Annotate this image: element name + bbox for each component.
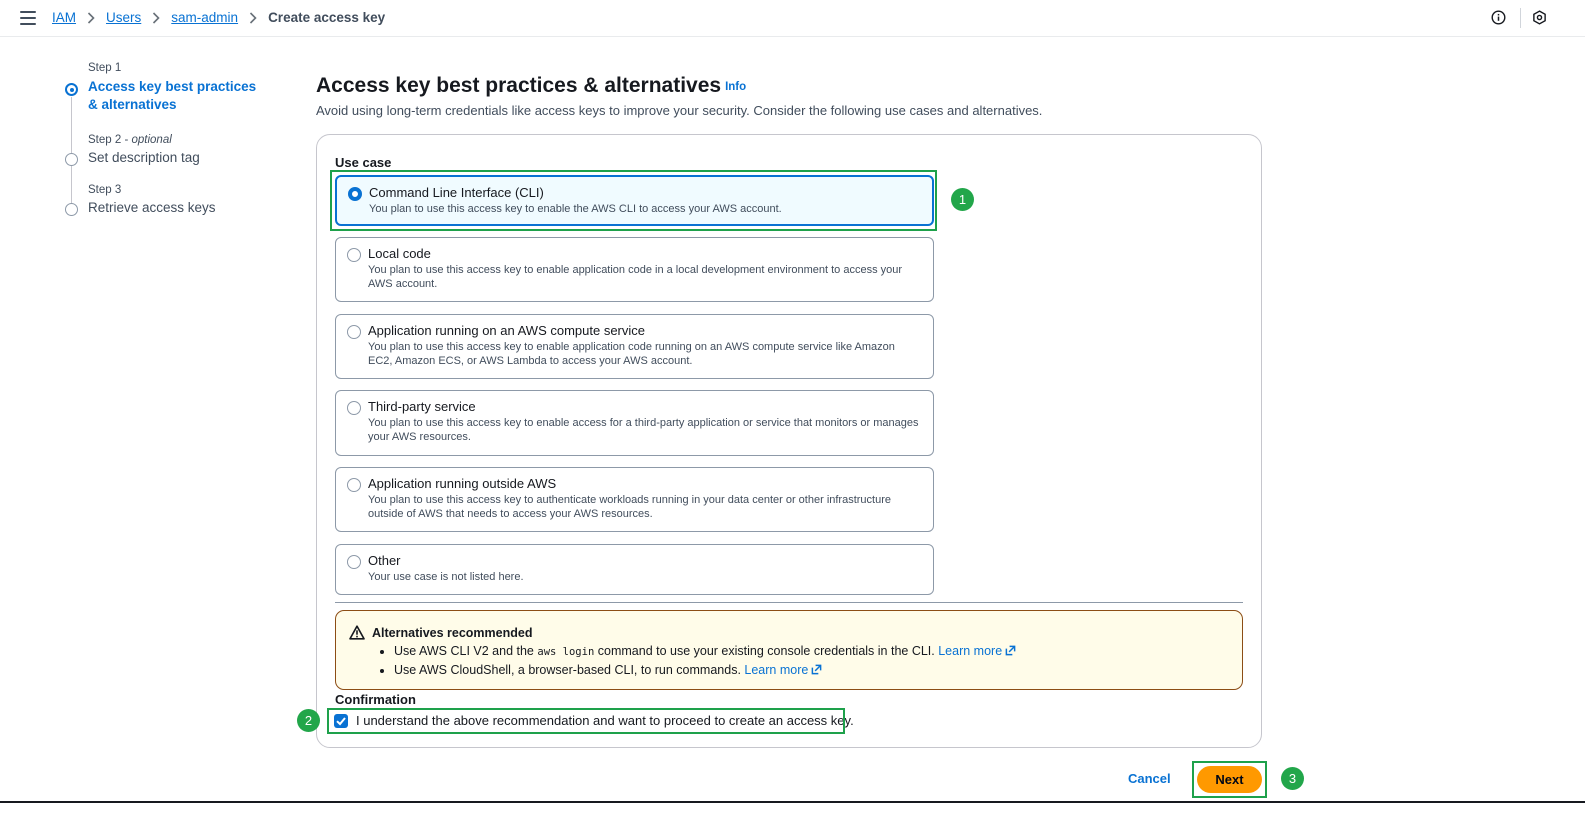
breadcrumb-iam[interactable]: IAM (52, 10, 76, 25)
use-case-label: Use case (335, 155, 392, 170)
warning-icon (349, 625, 365, 640)
step-title: Access key best practices & alternatives (88, 79, 257, 112)
option-other[interactable]: Other Your use case is not listed here. (335, 544, 934, 595)
step-inactive-icon (65, 153, 78, 166)
alert-text: Use AWS CloudShell, a browser-based CLI,… (394, 663, 741, 677)
step-2[interactable]: Step 2 - optional Set description tag (60, 134, 260, 184)
chevron-right-icon (87, 11, 95, 24)
top-navigation-bar: IAM Users sam-admin Create access key (0, 0, 1585, 37)
step-title: Set description tag (88, 150, 200, 165)
annotation-badge: 1 (951, 188, 974, 211)
menu-icon[interactable] (20, 11, 36, 25)
annotation-badge: 2 (297, 709, 320, 732)
breadcrumb: IAM Users sam-admin Create access key (52, 10, 385, 25)
option-description: You plan to use this access key to enabl… (368, 341, 895, 367)
step-1[interactable]: Step 1 Access key best practices & alter… (60, 62, 260, 134)
page-title-text: Access key best practices & alternatives (316, 74, 722, 97)
step-optional-tag: optional (131, 134, 172, 146)
option-title: Application running outside AWS (368, 476, 557, 491)
annotation-badge: 3 (1281, 767, 1304, 790)
breadcrumb-current: Create access key (268, 10, 386, 25)
bottom-border (0, 801, 1585, 803)
radio-unselected[interactable] (347, 478, 361, 492)
alert-text: Use AWS CLI V2 and the (394, 644, 534, 658)
step-active-icon (65, 83, 78, 96)
toolbar-divider (1520, 8, 1521, 28)
alert-item-cloudshell: Use AWS CloudShell, a browser-based CLI,… (394, 661, 1016, 679)
alert-list: Use AWS CLI V2 and the aws login command… (374, 642, 1016, 679)
option-aws-compute[interactable]: Application running on an AWS compute se… (335, 314, 934, 379)
annotation-box-cli (330, 170, 937, 231)
alert-text: command to use your existing console cre… (597, 644, 935, 658)
learn-more-link[interactable]: Learn more (938, 644, 1002, 658)
chevron-right-icon (152, 11, 160, 24)
step-3[interactable]: Step 3 Retrieve access keys (60, 184, 260, 217)
radio-unselected[interactable] (347, 555, 361, 569)
alert-item-cli: Use AWS CLI V2 and the aws login command… (394, 642, 1016, 661)
option-title: Other (368, 553, 401, 568)
confirmation-label: Confirmation (335, 692, 416, 707)
page-title: Access key best practices & alternatives… (316, 74, 746, 98)
settings-hexagon-icon[interactable] (1532, 10, 1547, 25)
info-link[interactable]: Info (725, 81, 746, 93)
radio-unselected[interactable] (347, 401, 361, 415)
info-icon[interactable] (1491, 10, 1506, 25)
external-link-icon[interactable] (1005, 645, 1016, 656)
option-description: Your use case is not listed here. (368, 571, 524, 583)
annotation-box-confirmation (327, 708, 845, 734)
external-link-icon[interactable] (811, 664, 822, 675)
learn-more-link[interactable]: Learn more (744, 663, 808, 677)
option-third-party[interactable]: Third-party service You plan to use this… (335, 390, 934, 456)
step-number: Step 3 (88, 184, 122, 196)
option-description: You plan to use this access key to enabl… (368, 417, 919, 443)
option-title: Application running on an AWS compute se… (368, 323, 646, 338)
step-number: Step 2 - optional (88, 134, 172, 146)
option-outside-aws[interactable]: Application running outside AWS You plan… (335, 467, 934, 532)
option-description: You plan to use this access key to authe… (368, 494, 892, 520)
alert-title: Alternatives recommended (372, 626, 533, 640)
step-inactive-icon (65, 203, 78, 216)
option-title: Third-party service (368, 399, 476, 414)
option-description: You plan to use this access key to enabl… (368, 264, 903, 290)
step-number-text: Step 2 (88, 134, 122, 146)
radio-unselected[interactable] (347, 248, 361, 262)
wizard-steps: Step 1 Access key best practices & alter… (60, 62, 260, 217)
step-number: Step 1 (88, 62, 122, 74)
chevron-right-icon (249, 11, 257, 24)
breadcrumb-users[interactable]: Users (106, 10, 141, 25)
page-description: Avoid using long-term credentials like a… (316, 103, 1043, 118)
step-title: Retrieve access keys (88, 200, 216, 215)
divider (335, 602, 1243, 603)
breadcrumb-user[interactable]: sam-admin (171, 10, 238, 25)
annotation-box-next (1192, 761, 1267, 798)
option-title: Local code (368, 246, 431, 261)
alternatives-alert: Alternatives recommended Use AWS CLI V2 … (335, 610, 1243, 690)
aws-login-code: aws login (537, 646, 595, 658)
option-local-code[interactable]: Local code You plan to use this access k… (335, 237, 934, 302)
radio-unselected[interactable] (347, 325, 361, 339)
cancel-button[interactable]: Cancel (1128, 771, 1171, 786)
